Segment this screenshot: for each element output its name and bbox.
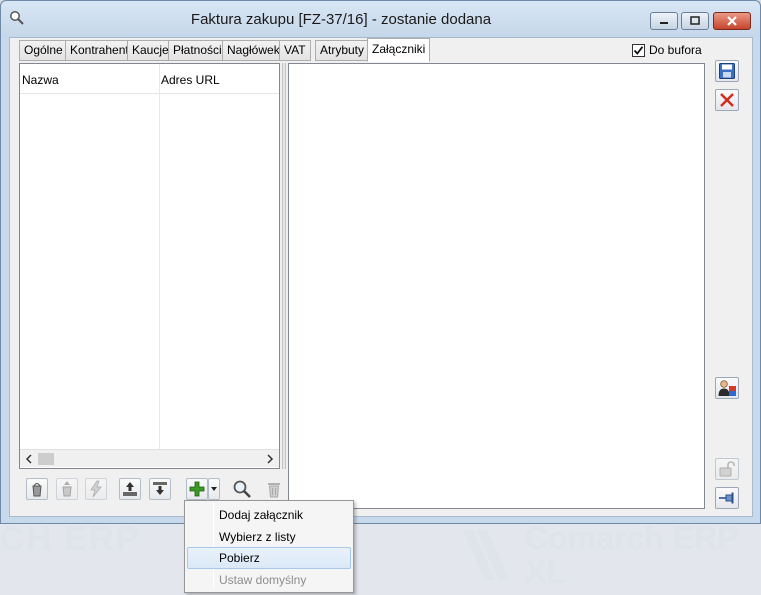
column-header-nazwa[interactable]: Nazwa: [22, 73, 59, 87]
pin-icon: [719, 492, 734, 504]
tab-naglowek[interactable]: Nagłówek: [222, 40, 285, 61]
title-bar[interactable]: Faktura zakupu [FZ-37/16] - zostanie dod…: [1, 1, 760, 37]
background-logo-right: Comarch ERP XL: [455, 518, 755, 593]
tray-up-icon: [123, 482, 137, 496]
tab-platnosci[interactable]: Płatności: [168, 40, 227, 61]
users-icon: [718, 380, 736, 396]
padlock-icon: [719, 461, 735, 477]
add-attachment-menu: Dodaj załącznik Wybierz z listy Pobierz …: [184, 500, 354, 593]
column-header-adres-url[interactable]: Adres URL: [161, 73, 220, 87]
tab-kontrahent[interactable]: Kontrahent: [65, 40, 134, 61]
background-brand-name: Comarch ERP: [525, 520, 739, 556]
menu-item-ustaw-domyslny: Ustaw domyślny: [219, 573, 307, 587]
menu-item-pobierz[interactable]: Pobierz: [187, 547, 351, 569]
trash-icon: [268, 483, 280, 498]
close-icon: [714, 13, 750, 29]
close-window-button[interactable]: [713, 12, 751, 30]
window-title: Faktura zakupu [FZ-37/16] - zostanie dod…: [190, 11, 492, 28]
window-client-area: Ogólne Kontrahent Kaucje Płatności Nagłó…: [9, 37, 753, 517]
save-button[interactable]: [715, 60, 739, 82]
maximize-button[interactable]: [681, 12, 709, 30]
maximize-icon: [682, 13, 708, 29]
invoice-window: Faktura zakupu [FZ-37/16] - zostanie dod…: [0, 0, 761, 524]
attachment-tool-button-2[interactable]: [56, 478, 78, 500]
do-bufora-label: Do bufora: [649, 43, 702, 57]
scroll-left-icon[interactable]: [22, 453, 36, 465]
attachments-list[interactable]: Nazwa Adres URL: [19, 63, 280, 469]
export-button[interactable]: [119, 478, 141, 500]
tab-vat[interactable]: VAT: [279, 40, 311, 61]
tab-zalaczniki[interactable]: Załączniki: [367, 38, 431, 62]
paint-can-up-icon: [62, 481, 72, 497]
pin-button[interactable]: [715, 487, 739, 509]
unlock-button[interactable]: [715, 458, 739, 480]
checkbox-box[interactable]: [632, 43, 645, 57]
list-header: Nazwa Adres URL: [20, 64, 279, 94]
scroll-right-icon[interactable]: [263, 453, 277, 465]
scrollbar-thumb[interactable]: [38, 453, 54, 465]
minimize-button[interactable]: [650, 12, 678, 30]
search-icon: [233, 480, 251, 498]
delete-button[interactable]: [263, 478, 285, 500]
cancel-button[interactable]: [715, 89, 739, 111]
preview-button[interactable]: [231, 478, 253, 500]
horizontal-scrollbar[interactable]: [20, 449, 279, 467]
add-attachment-dropdown[interactable]: [208, 478, 220, 500]
menu-item-wybierz-z-listy[interactable]: Wybierz z listy: [187, 526, 351, 548]
background-logo-left: CH ERP: [0, 520, 141, 558]
comarch-logo-mark: [463, 530, 509, 580]
tab-kaucje[interactable]: Kaucje: [127, 40, 174, 61]
add-attachment-button[interactable]: [186, 478, 208, 500]
background-brand-suffix: XL: [525, 554, 566, 590]
minimize-icon: [651, 13, 677, 29]
panel-splitter[interactable]: [282, 63, 286, 469]
attachment-preview-panel: [288, 63, 705, 509]
attachment-tool-button-1[interactable]: [26, 478, 48, 500]
chevron-down-icon: [211, 487, 217, 491]
column-divider: [159, 64, 160, 449]
menu-item-dodaj-zalacznik[interactable]: Dodaj załącznik: [187, 504, 351, 526]
tab-ogolne[interactable]: Ogólne: [19, 40, 68, 61]
users-button[interactable]: [715, 377, 739, 399]
paint-can-icon: [32, 483, 42, 497]
tab-atrybuty[interactable]: Atrybuty: [315, 40, 370, 61]
save-icon: [719, 63, 735, 79]
do-bufora-checkbox[interactable]: Do bufora: [632, 42, 702, 58]
plus-icon: [189, 481, 205, 497]
checkmark-icon: [633, 45, 644, 55]
tray-down-icon: [153, 482, 167, 495]
import-button[interactable]: [149, 478, 171, 500]
cancel-x-icon: [720, 93, 734, 107]
attachment-tool-button-3[interactable]: [85, 478, 107, 500]
lightning-icon: [90, 480, 102, 498]
